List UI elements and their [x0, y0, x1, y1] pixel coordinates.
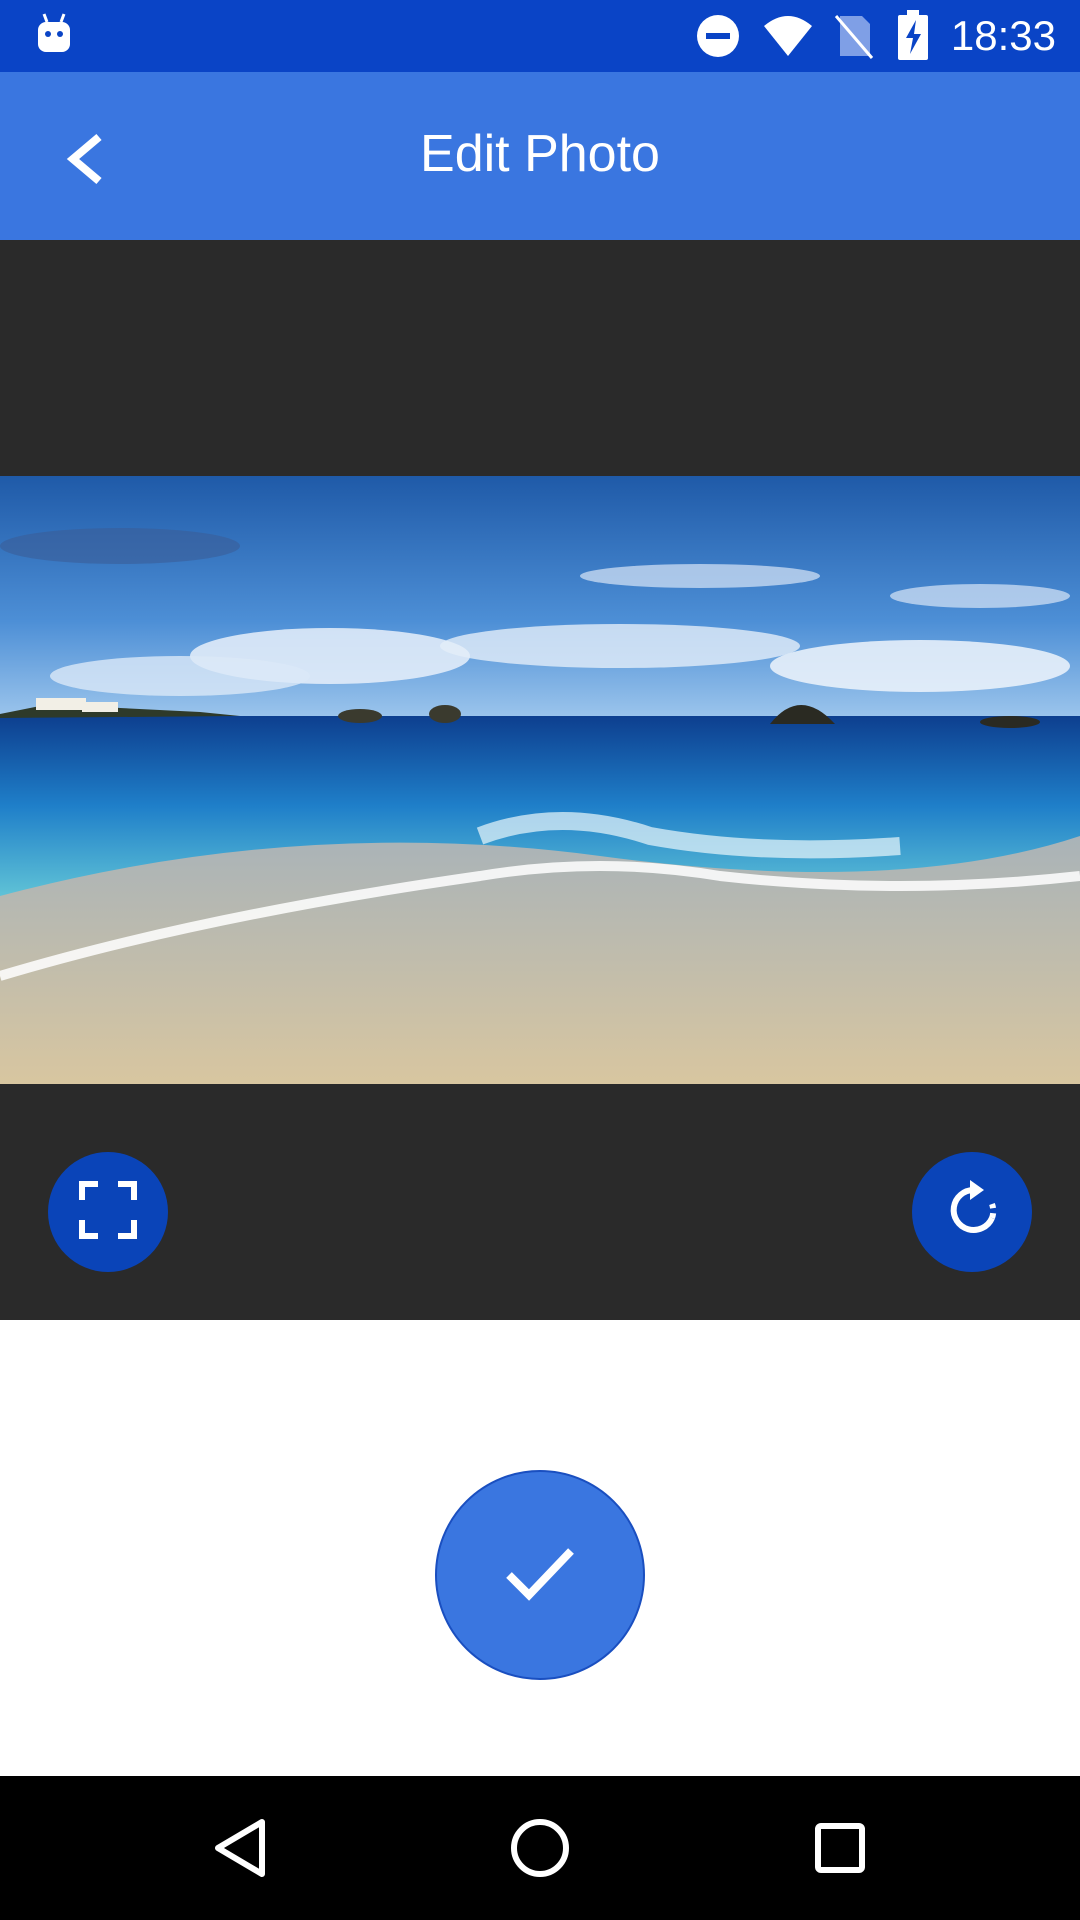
crop-free-icon — [78, 1180, 138, 1245]
nav-back-button[interactable] — [190, 1800, 290, 1900]
confirm-button[interactable] — [435, 1470, 645, 1680]
rotate-icon — [944, 1179, 1000, 1245]
do-not-disturb-icon — [696, 14, 740, 63]
status-bar: 18:33 — [0, 0, 1080, 72]
check-icon — [505, 1545, 575, 1606]
app-bar: Edit Photo — [0, 72, 1080, 240]
confirm-area — [0, 1320, 1080, 1776]
nav-recents-button[interactable] — [790, 1800, 890, 1900]
page-title: Edit Photo — [420, 125, 660, 183]
back-triangle-icon — [212, 1818, 268, 1883]
recents-square-icon — [814, 1822, 866, 1879]
no-sim-icon — [834, 12, 874, 65]
nav-home-button[interactable] — [490, 1800, 590, 1900]
status-time: 18:33 — [950, 12, 1056, 59]
photo-preview[interactable] — [0, 476, 1080, 1084]
wifi-icon — [762, 14, 814, 63]
home-circle-icon — [510, 1818, 570, 1883]
android-notification-icon — [34, 12, 74, 61]
navigation-bar — [0, 1776, 1080, 1920]
photo-editor-area — [0, 240, 1080, 1320]
rotate-button[interactable] — [912, 1152, 1032, 1272]
beach-photo — [0, 476, 1080, 1084]
crop-button[interactable] — [48, 1152, 168, 1272]
battery-charging-icon — [898, 10, 928, 65]
